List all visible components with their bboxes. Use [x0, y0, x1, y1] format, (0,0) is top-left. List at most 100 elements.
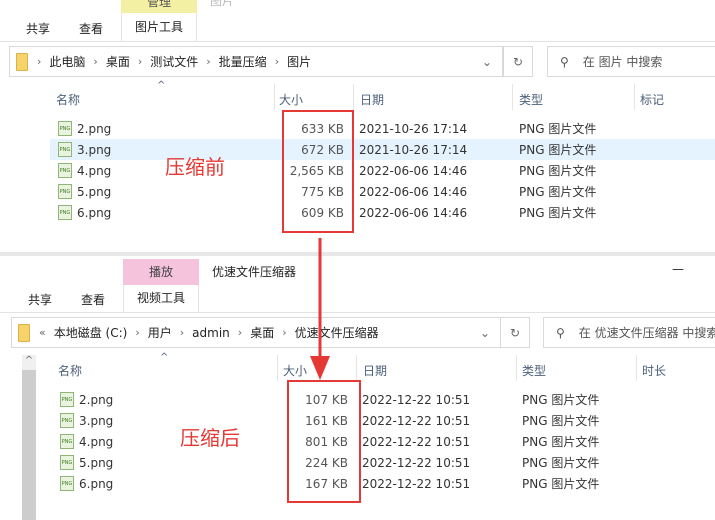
overflow-chevron-icon[interactable]: « — [39, 326, 46, 339]
search-input[interactable]: ⚲ 在 图片 中搜索 — [547, 46, 715, 77]
file-date: 2022-12-22 10:51 — [362, 392, 471, 407]
breadcrumb-item[interactable]: 用户 — [148, 324, 172, 341]
address-bar[interactable]: «本地磁盘 (C:) › 用户 › admin › 桌面 › 优速文件压缩器 ⌄ — [11, 317, 501, 348]
file-name: 3.png — [77, 142, 112, 157]
png-file-icon: PNG — [58, 121, 72, 136]
file-date: 2022-06-06 14:46 — [359, 163, 468, 178]
refresh-icon: ↻ — [509, 325, 521, 340]
column-divider[interactable] — [277, 355, 278, 381]
file-type: PNG 图片文件 — [519, 122, 597, 136]
file-name: 6.png — [79, 476, 114, 491]
file-name: 4.png — [77, 163, 112, 178]
column-size[interactable]: 大小 — [283, 362, 307, 379]
file-type: PNG 图片文件 — [522, 414, 600, 428]
file-row[interactable]: PNG 3.png 672 KB 2021-10-26 17:14 PNG 图片… — [50, 139, 715, 160]
breadcrumb-item[interactable]: 本地磁盘 (C:) — [54, 324, 128, 341]
column-divider[interactable] — [356, 355, 357, 381]
window-title: 图片 — [210, 0, 235, 8]
minimize-button[interactable]: — — [672, 262, 684, 276]
breadcrumb-item[interactable]: 测试文件 — [150, 53, 198, 70]
file-row[interactable]: PNG 6.png 609 KB 2022-06-06 14:46 PNG 图片… — [50, 202, 715, 223]
tab-view[interactable]: 查看 — [81, 291, 105, 308]
tab-video-tools[interactable]: 视频工具 — [123, 285, 199, 312]
annotation-after: 压缩后 — [180, 426, 240, 450]
file-type: PNG 图片文件 — [519, 206, 597, 220]
chevron-right-icon: › — [135, 326, 140, 339]
ribbon-divider — [0, 312, 715, 313]
address-bar[interactable]: › 此电脑 › 桌面 › 测试文件 › 批量压缩 › 图片 ⌄ — [9, 46, 503, 77]
column-date[interactable]: 日期 — [360, 91, 384, 108]
refresh-button[interactable]: ↻ — [500, 317, 530, 348]
file-date: 2022-06-06 14:46 — [359, 205, 468, 220]
chevron-right-icon: › — [137, 55, 143, 68]
file-date: 2022-12-22 10:51 — [362, 455, 471, 470]
file-name: 6.png — [77, 205, 112, 220]
column-divider[interactable] — [516, 355, 517, 381]
file-date: 2022-06-06 14:46 — [359, 184, 468, 199]
chevron-down-icon[interactable]: ⌄ — [482, 55, 492, 69]
column-size[interactable]: 大小 — [279, 91, 303, 108]
column-name[interactable]: 名称 — [56, 91, 80, 108]
file-row[interactable]: PNG 6.png 167 KB 2022-12-22 10:51 PNG 图片… — [52, 473, 715, 494]
window-title: 优速文件压缩器 — [212, 265, 297, 279]
chevron-right-icon: › — [274, 55, 280, 68]
file-name: 2.png — [77, 121, 112, 136]
column-divider[interactable] — [353, 84, 354, 110]
breadcrumb-item[interactable]: admin — [192, 326, 230, 340]
column-divider[interactable] — [636, 355, 637, 381]
refresh-button[interactable]: ↻ — [503, 46, 533, 77]
column-type[interactable]: 类型 — [522, 362, 546, 379]
context-tab-play[interactable]: 播放 — [123, 259, 199, 285]
sort-arrow-icon: ^ — [157, 80, 166, 91]
search-input[interactable]: ⚲ 在 优速文件压缩器 中搜索 — [543, 317, 715, 348]
file-name: 5.png — [79, 455, 114, 470]
file-date: 2022-12-22 10:51 — [362, 413, 471, 428]
column-name[interactable]: 名称 — [58, 362, 82, 379]
chevron-right-icon: › — [237, 326, 243, 339]
file-row[interactable]: PNG 5.png 224 KB 2022-12-22 10:51 PNG 图片… — [52, 452, 715, 473]
file-row[interactable]: PNG 4.png 2,565 KB 2022-06-06 14:46 PNG … — [50, 160, 715, 181]
column-divider[interactable] — [274, 84, 275, 110]
png-file-icon: PNG — [60, 455, 74, 470]
scrollbar-thumb[interactable] — [22, 370, 36, 520]
tab-share[interactable]: 共享 — [26, 20, 50, 37]
chevron-right-icon: › — [37, 55, 42, 68]
file-row[interactable]: PNG 2.png 633 KB 2021-10-26 17:14 PNG 图片… — [50, 118, 715, 139]
file-row[interactable]: PNG 5.png 775 KB 2022-06-06 14:46 PNG 图片… — [50, 181, 715, 202]
column-tags[interactable]: 标记 — [640, 91, 664, 108]
png-file-icon: PNG — [58, 184, 72, 199]
breadcrumb-item[interactable]: 图片 — [287, 53, 311, 70]
file-type: PNG 图片文件 — [522, 456, 600, 470]
file-row[interactable]: PNG 3.png 161 KB 2022-12-22 10:51 PNG 图片… — [52, 410, 715, 431]
column-date[interactable]: 日期 — [363, 362, 387, 379]
column-divider[interactable] — [512, 84, 513, 110]
refresh-icon: ↻ — [512, 54, 524, 69]
ribbon-divider — [0, 41, 715, 42]
search-icon: ⚲ — [560, 54, 569, 69]
file-row[interactable]: PNG 2.png 107 KB 2022-12-22 10:51 PNG 图片… — [52, 389, 715, 410]
column-divider[interactable] — [634, 84, 635, 110]
file-type: PNG 图片文件 — [519, 185, 597, 199]
chevron-right-icon: › — [179, 326, 185, 339]
breadcrumb-item[interactable]: 桌面 — [106, 53, 130, 70]
scrollbar[interactable]: ^ — [22, 355, 36, 520]
tab-view[interactable]: 查看 — [79, 20, 103, 37]
breadcrumb-item[interactable]: 桌面 — [250, 324, 274, 341]
arrow-down-icon — [310, 238, 330, 380]
file-row[interactable]: PNG 4.png 801 KB 2022-12-22 10:51 PNG 图片… — [52, 431, 715, 452]
scroll-up-icon[interactable]: ^ — [22, 355, 36, 366]
tab-share[interactable]: 共享 — [28, 291, 52, 308]
chevron-down-icon[interactable]: ⌄ — [480, 326, 490, 340]
column-duration[interactable]: 时长 — [642, 362, 666, 379]
breadcrumb-item[interactable]: 批量压缩 — [219, 53, 267, 70]
breadcrumb-item[interactable]: 此电脑 — [49, 53, 85, 70]
column-type[interactable]: 类型 — [519, 91, 543, 108]
png-file-icon: PNG — [60, 392, 74, 407]
file-name: 2.png — [79, 392, 114, 407]
tab-picture-tools[interactable]: 图片工具 — [121, 13, 197, 41]
chevron-right-icon: › — [206, 55, 211, 68]
search-placeholder: 在 图片 中搜索 — [582, 55, 663, 69]
file-name: 4.png — [79, 434, 114, 449]
context-tab-manage[interactable]: 管理 — [121, 0, 197, 13]
folder-icon — [18, 323, 30, 342]
